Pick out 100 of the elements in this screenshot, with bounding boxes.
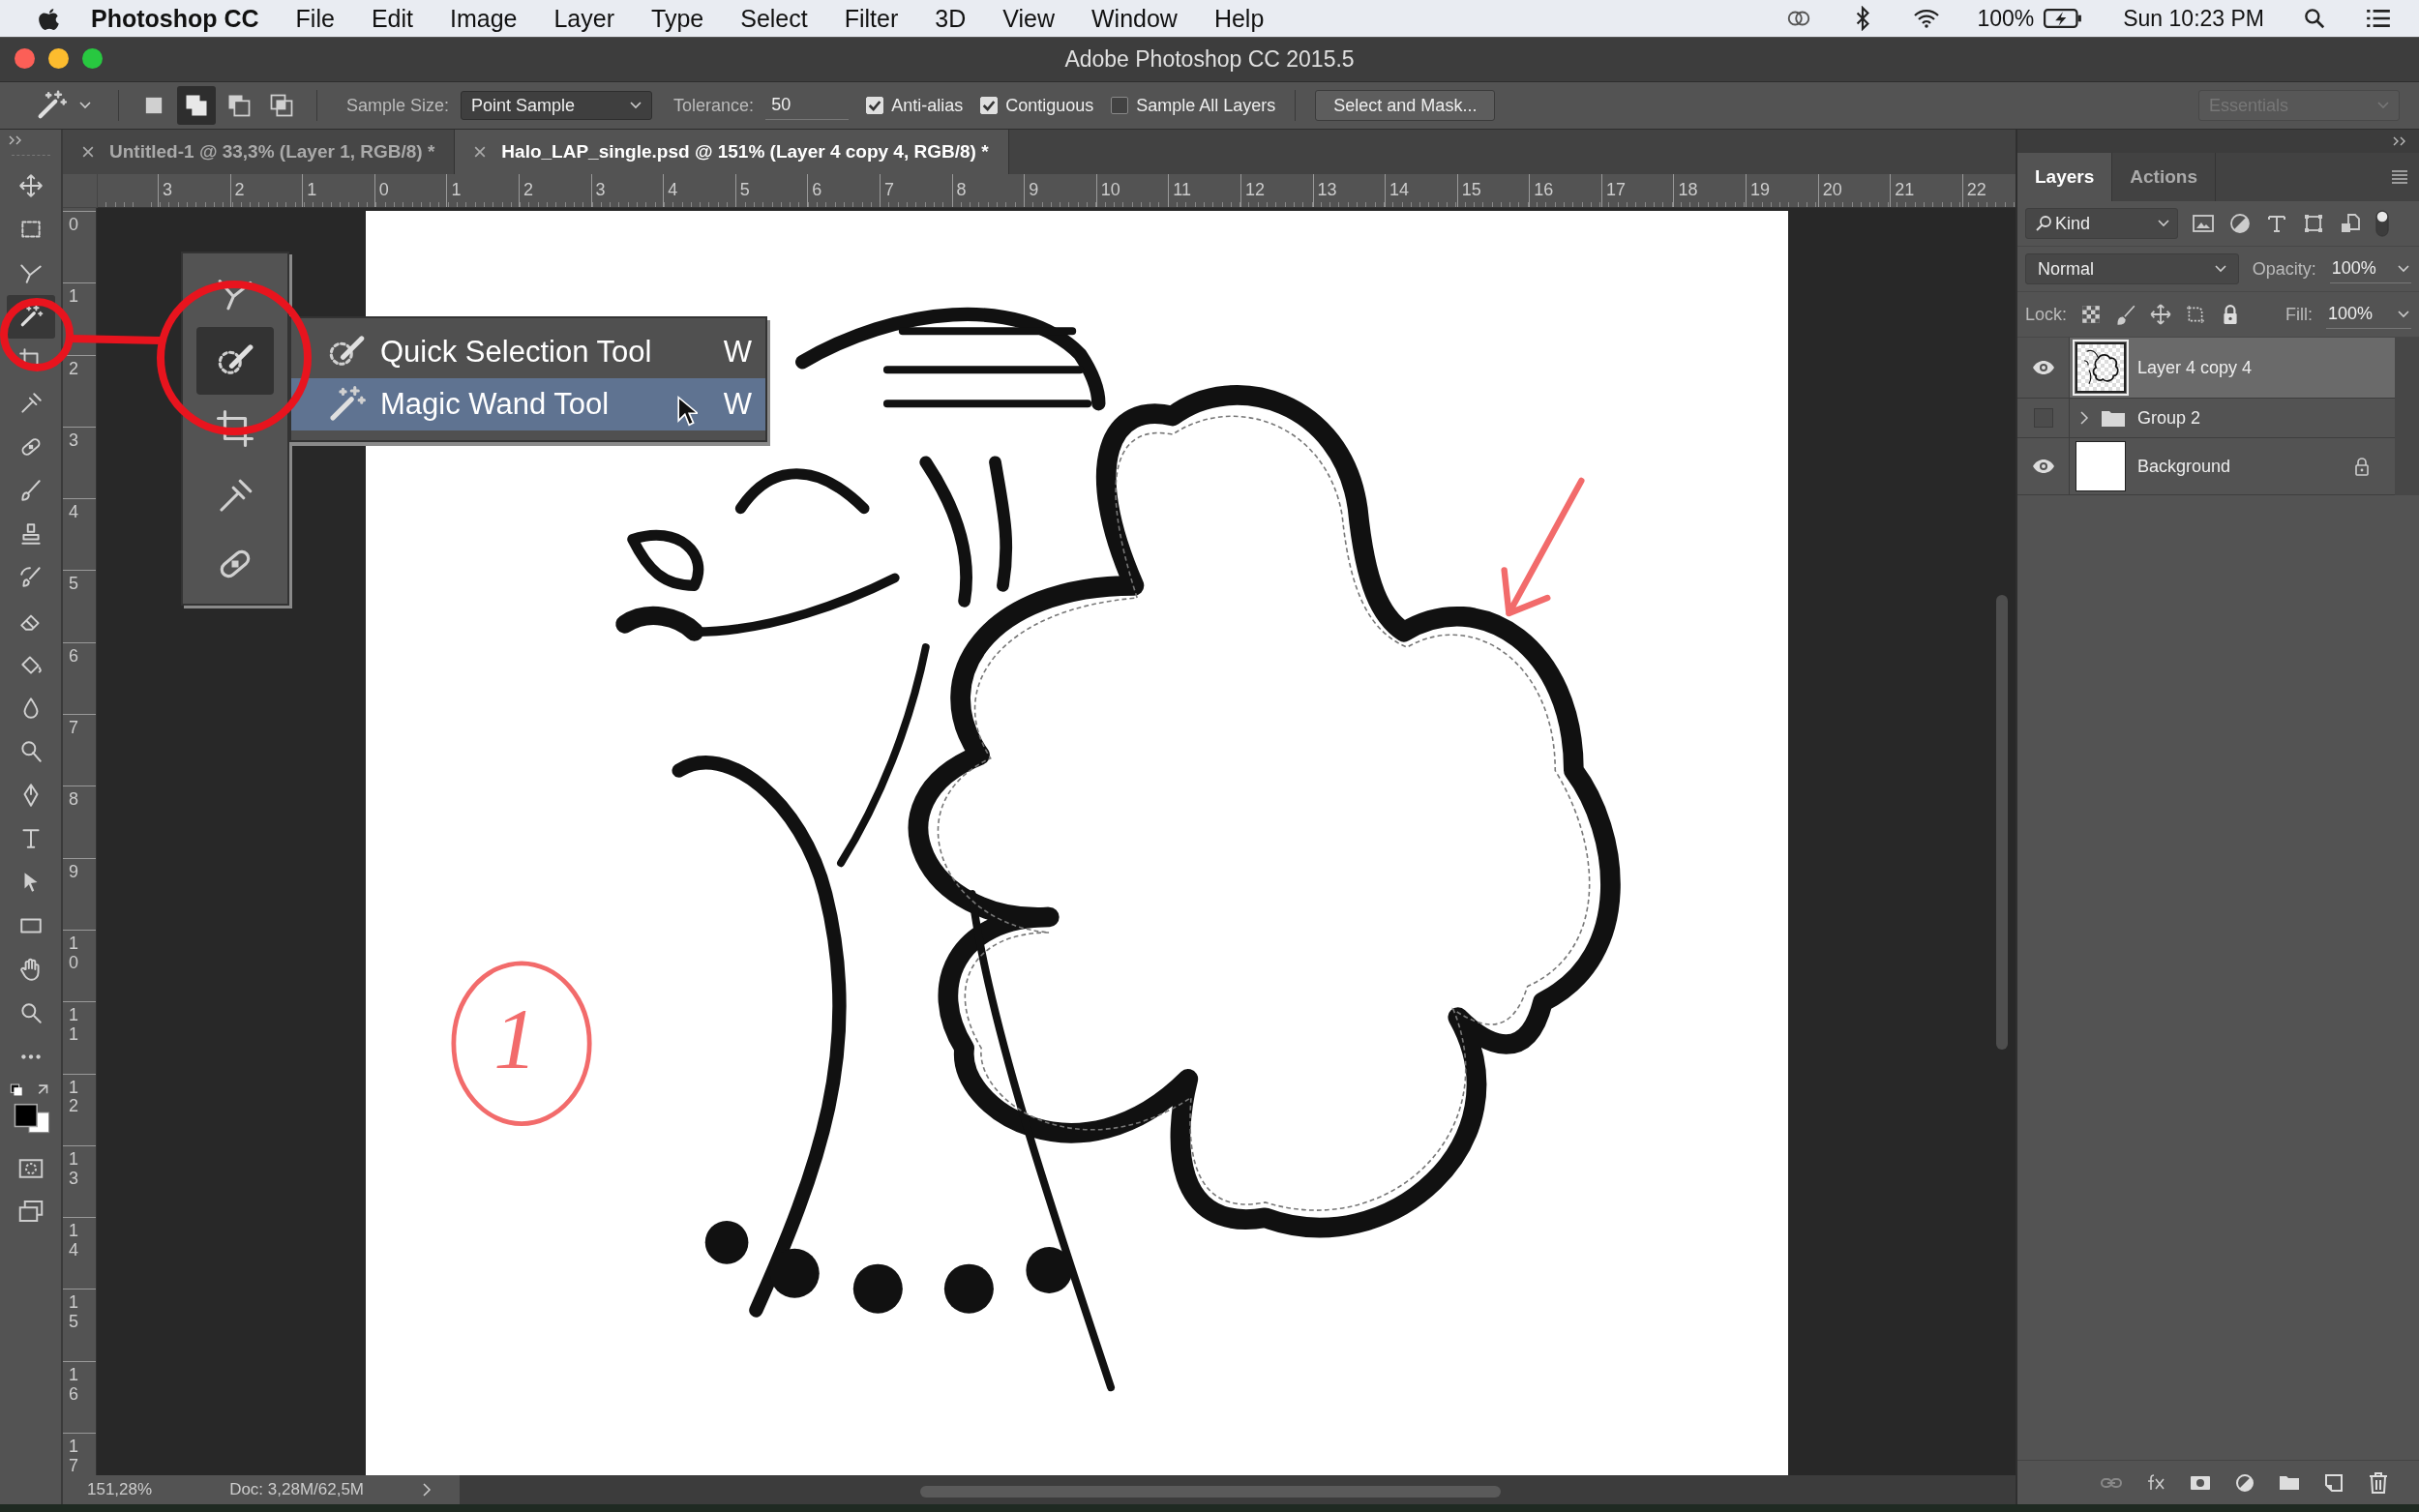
brush-arc-icon	[17, 565, 44, 590]
tab-title: Untitled-1 @ 33,3% (Layer 1, RGB/8) *	[109, 141, 435, 163]
ruler-label: 1	[307, 180, 317, 199]
battery-icon[interactable]	[2044, 6, 2083, 31]
document-size: Doc: 3,28M/62,5M	[229, 1480, 365, 1499]
layer-row[interactable]: Group 2	[2017, 399, 2395, 438]
eye-icon[interactable]	[2031, 360, 2055, 375]
scrollbar[interactable]	[1996, 595, 2008, 1050]
menu-item[interactable]: Edit	[371, 4, 413, 33]
zoom-level[interactable]: 151,28%	[87, 1480, 153, 1499]
checkbox[interactable]: Contiguous	[980, 95, 1094, 116]
ruler-label: 8	[69, 790, 78, 811]
ruler-label: 6	[812, 180, 822, 199]
ruler-label: 17	[1605, 180, 1626, 199]
ruler-label: 2	[523, 180, 533, 199]
ruler-label: 12	[1244, 180, 1265, 199]
artboard-icon[interactable]	[2185, 304, 2207, 325]
menu-item[interactable]: Image	[450, 4, 518, 33]
menu-item[interactable]: Window	[1091, 4, 1178, 33]
document-tab[interactable]: Halo_LAP_single.psd @ 151% (Layer 4 copy 4, RGB/8) *	[455, 130, 1009, 174]
trash-icon[interactable]	[2367, 1470, 2390, 1495]
opacity-label: Opacity:	[2252, 258, 2316, 280]
ruler-label: 15	[1461, 180, 1481, 199]
menu-item[interactable]: File	[295, 4, 335, 33]
caret-icon[interactable]	[79, 102, 91, 109]
caret-icon	[2158, 220, 2169, 227]
chevron-icon[interactable]	[422, 1482, 433, 1497]
caret-icon	[2398, 264, 2409, 273]
ruler-label: 8	[956, 180, 967, 199]
shortcut: W	[723, 335, 752, 370]
tab-title: Halo_LAP_single.psd @ 151% (Layer 4 copy 4, RGB/8) *	[501, 141, 989, 163]
image-filter-icon[interactable]	[2192, 212, 2215, 235]
menu-item[interactable]: Help	[1213, 4, 1265, 33]
chevron-icon[interactable]	[2079, 410, 2089, 426]
menu-item[interactable]: View	[1002, 4, 1055, 33]
layer-row[interactable]: Background	[2017, 438, 2395, 495]
checkerboard-icon[interactable]	[2080, 304, 2103, 325]
scrollbar[interactable]	[920, 1486, 1501, 1497]
cursor-icon	[676, 395, 698, 428]
sample-size-dropdown[interactable]: Point Sample	[461, 91, 653, 120]
ruler-label: 10	[1100, 180, 1120, 199]
close-button[interactable]	[15, 48, 35, 69]
ruler-label: 12	[69, 1078, 78, 1117]
minimize-button[interactable]	[48, 48, 69, 69]
tool-name: Magic Wand Tool	[380, 387, 610, 422]
menu-item[interactable]: Layer	[553, 4, 614, 33]
move-icon	[17, 173, 44, 198]
brush-icon[interactable]	[2115, 304, 2137, 325]
ruler-label: 2	[234, 180, 245, 199]
select-and-mask-button[interactable]: Select and Mask...	[1315, 90, 1496, 121]
menu-icon[interactable]	[2390, 169, 2409, 185]
ruler-label: 6	[69, 646, 78, 667]
adjustment-filter-icon[interactable]	[2228, 212, 2252, 235]
panel-tab[interactable]: Layers	[2017, 153, 2113, 201]
ruler-label: 17	[69, 1438, 78, 1475]
checkbox[interactable]: Anti-alias	[866, 95, 964, 116]
move-icon[interactable]	[2150, 304, 2172, 325]
ruler-label: 16	[1534, 180, 1554, 199]
document-tab[interactable]: Untitled-1 @ 33,3% (Layer 1, RGB/8) *	[63, 130, 456, 174]
magic-wand-icon[interactable]	[35, 89, 68, 122]
filter-toggle[interactable]	[2375, 209, 2389, 238]
crop-icon[interactable]	[215, 408, 255, 449]
caret-icon	[2398, 310, 2409, 318]
menu-item[interactable]: Select	[740, 4, 808, 33]
expand-icon[interactable]	[8, 135, 23, 145]
opacity-field[interactable]: 100%	[2329, 254, 2411, 283]
layer-thumbnail	[2076, 441, 2126, 491]
intersect-selection-icon	[268, 92, 295, 119]
check-icon	[867, 98, 883, 113]
search-icon	[2034, 214, 2053, 233]
panel-tab[interactable]: Actions	[2112, 153, 2216, 201]
ruler-label: 21	[1895, 180, 1915, 199]
close-icon[interactable]	[82, 146, 94, 158]
tool-name: Quick Selection Tool	[380, 335, 652, 370]
menu-item[interactable]: Filter	[844, 4, 899, 33]
ruler-label: 4	[668, 180, 678, 199]
selection-mode-button[interactable]	[177, 86, 216, 125]
layer-name: Background	[2137, 456, 2231, 477]
ruler-label: 15	[69, 1293, 78, 1333]
ruler-label: 22	[1966, 180, 1986, 199]
ruler-label: 14	[69, 1222, 78, 1260]
menu-item[interactable]: Type	[651, 4, 704, 33]
eye-icon[interactable]	[2031, 459, 2055, 474]
close-icon[interactable]	[474, 146, 487, 158]
fill-field[interactable]: 100%	[2326, 300, 2411, 329]
filter-dropdown[interactable]: Kind	[2025, 208, 2178, 239]
caret-icon	[2214, 265, 2226, 273]
blend-mode-dropdown[interactable]: Normal	[2025, 253, 2239, 284]
smart-object-filter-icon[interactable]	[2339, 212, 2362, 235]
app-menu[interactable]: Photoshop CC	[91, 4, 259, 33]
ruler-label: 13	[69, 1149, 78, 1189]
menu-item[interactable]: 3D	[935, 4, 967, 33]
collapse-icon[interactable]	[2392, 136, 2407, 146]
shape-filter-icon[interactable]	[2302, 212, 2325, 235]
clock[interactable]: Sun 10:23 PM	[2123, 5, 2264, 32]
tool-menu-item[interactable]: Magic Wand Tool W	[291, 378, 765, 430]
ruler-label: 0	[69, 216, 78, 235]
checkbox[interactable]: Sample All Layers	[1111, 95, 1276, 116]
zoom-button[interactable]	[82, 48, 103, 69]
ruler-label: 1	[69, 287, 78, 308]
